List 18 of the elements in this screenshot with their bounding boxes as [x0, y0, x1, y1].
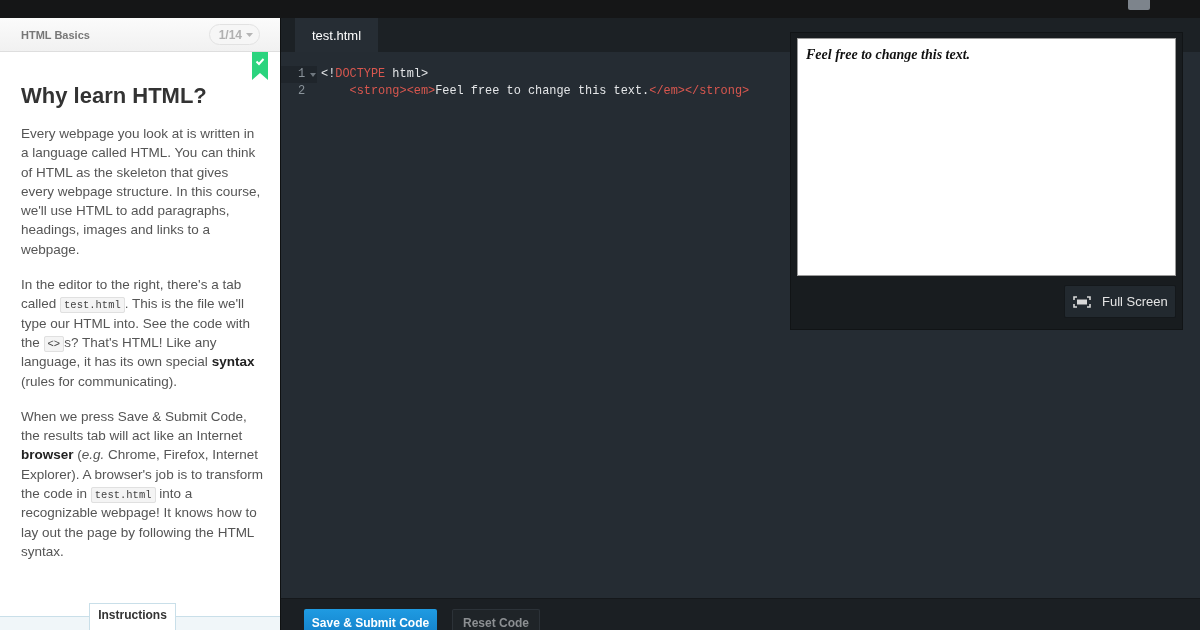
save-submit-button[interactable]: Save & Submit Code — [304, 609, 437, 630]
lesson-title: Why learn HTML? — [21, 82, 208, 110]
reset-button[interactable]: Reset Code — [452, 609, 540, 630]
instruction-paragraph: When we press Save & Submit Code, the results tab will act like an Internet browser (e.g. Chrome, Firefox, Internet Explorer). A browser's job is to transform the code in test.html into a recognizable webpage! It knows how to lay out the page by following the HTML syntax. — [21, 407, 264, 561]
caret-icon — [246, 32, 253, 37]
file-tab[interactable]: test.html — [295, 18, 378, 52]
code-line: <!DOCTYPE html> — [321, 66, 429, 83]
instruction-paragraph: Every webpage you look at is written in a language called HTML. You can think of HTML as the skeleton that gives every webpage structure. In this course, we'll use HTML to add paragraphs, headings, images and links to a webpage. — [21, 125, 262, 259]
course-title: HTML Basics — [21, 28, 90, 41]
fullscreen-button[interactable]: Full Screen — [1064, 285, 1176, 318]
instruction-paragraph: In the editor to the right, there's a tab called test.html . This is the file we'll type our HTML into. See the code with the <> s? That's HTML! Like any language, it has its own special syntax (rules for communicating). — [21, 276, 256, 391]
instructions-tab[interactable]: Instructions — [89, 603, 176, 630]
line-number: 2 — [298, 83, 306, 100]
code-line: <strong><em>Feel free to change this text.</em></strong> — [348, 83, 750, 100]
fold-caret-icon[interactable] — [310, 72, 317, 77]
fullscreen-icon — [1073, 295, 1091, 308]
preview-text: Feel free to change this text. — [806, 47, 972, 63]
line-number: 1 — [298, 66, 306, 83]
